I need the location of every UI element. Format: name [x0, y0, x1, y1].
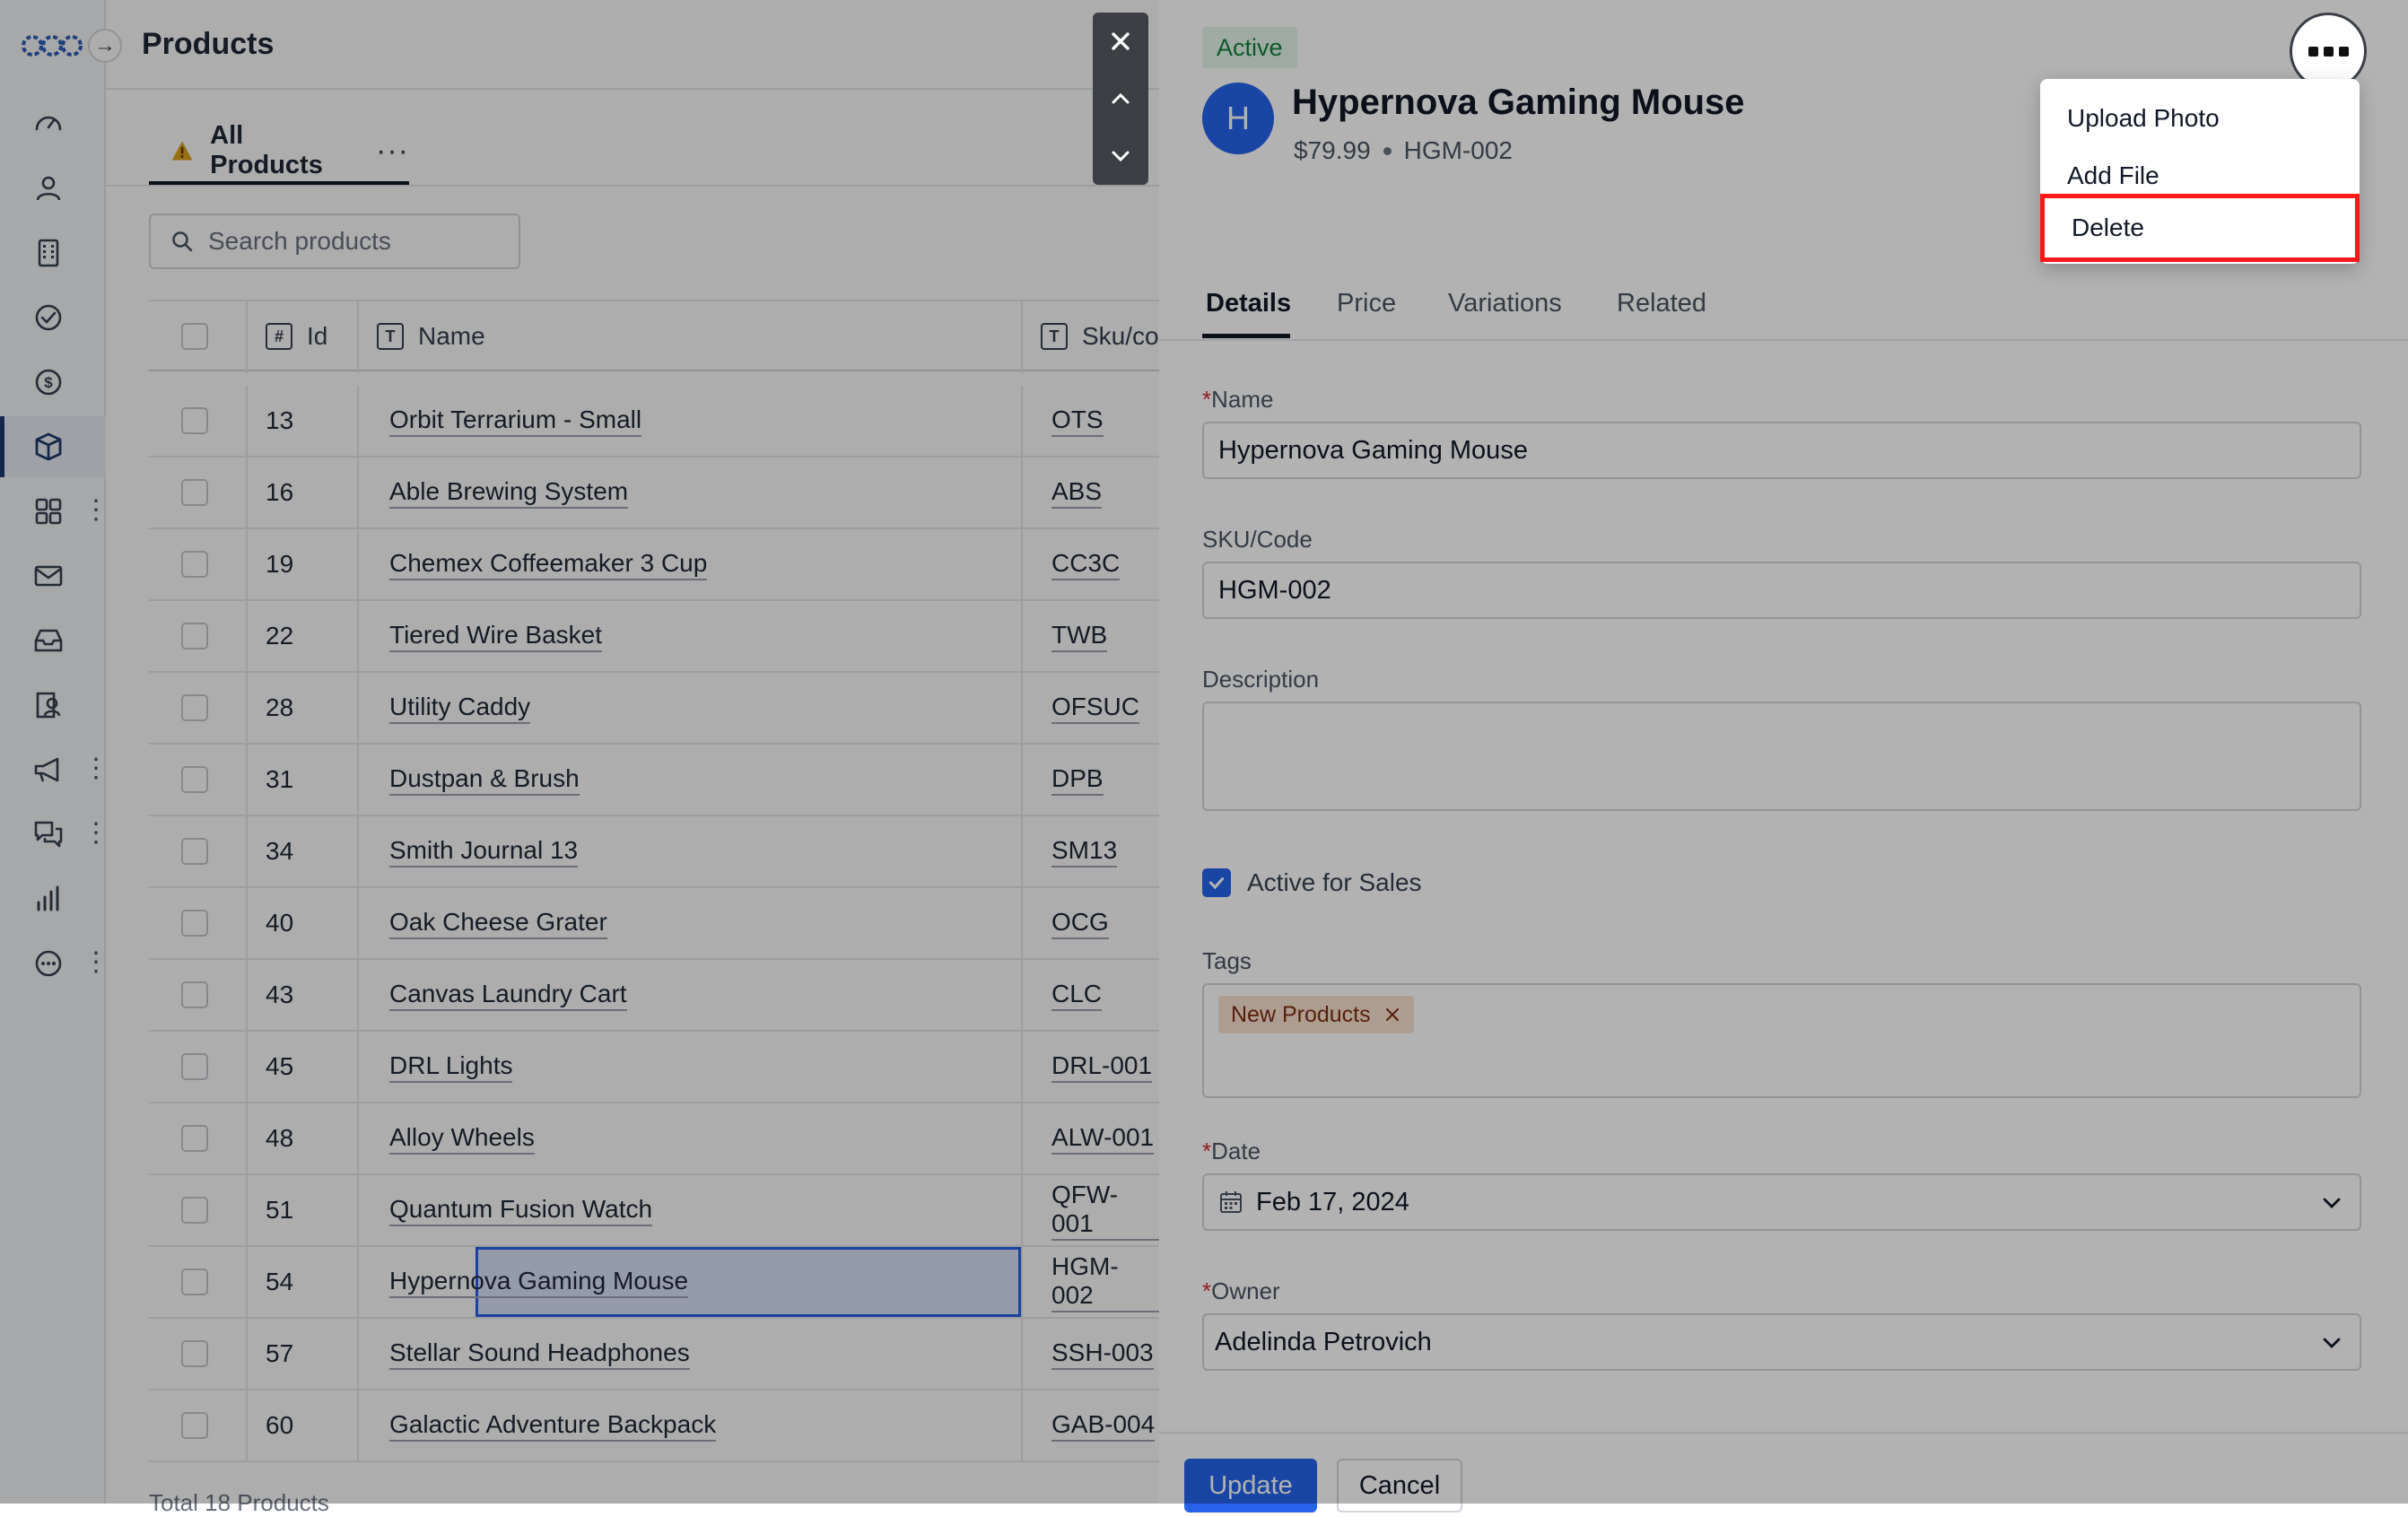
dot — [2338, 46, 2349, 57]
actions-menu: Upload Photo Add File Delete — [2040, 79, 2360, 264]
chevron-down-icon — [1112, 151, 1130, 162]
dot — [2323, 46, 2334, 57]
dot — [2308, 46, 2318, 57]
menu-item-upload-photo[interactable]: Upload Photo — [2040, 90, 2360, 147]
chevron-up-icon — [1112, 92, 1130, 104]
record-nav-controls — [1093, 13, 1148, 185]
modal-backdrop[interactable] — [0, 0, 1159, 1504]
close-panel-button[interactable] — [1093, 13, 1148, 70]
previous-record-button[interactable] — [1093, 70, 1148, 127]
product-detail-panel: Active H Hypernova Gaming Mouse $79.99 H… — [1159, 0, 2408, 1513]
close-icon — [1112, 32, 1130, 50]
next-record-button[interactable] — [1093, 127, 1148, 185]
menu-item-delete[interactable]: Delete — [2040, 194, 2360, 262]
